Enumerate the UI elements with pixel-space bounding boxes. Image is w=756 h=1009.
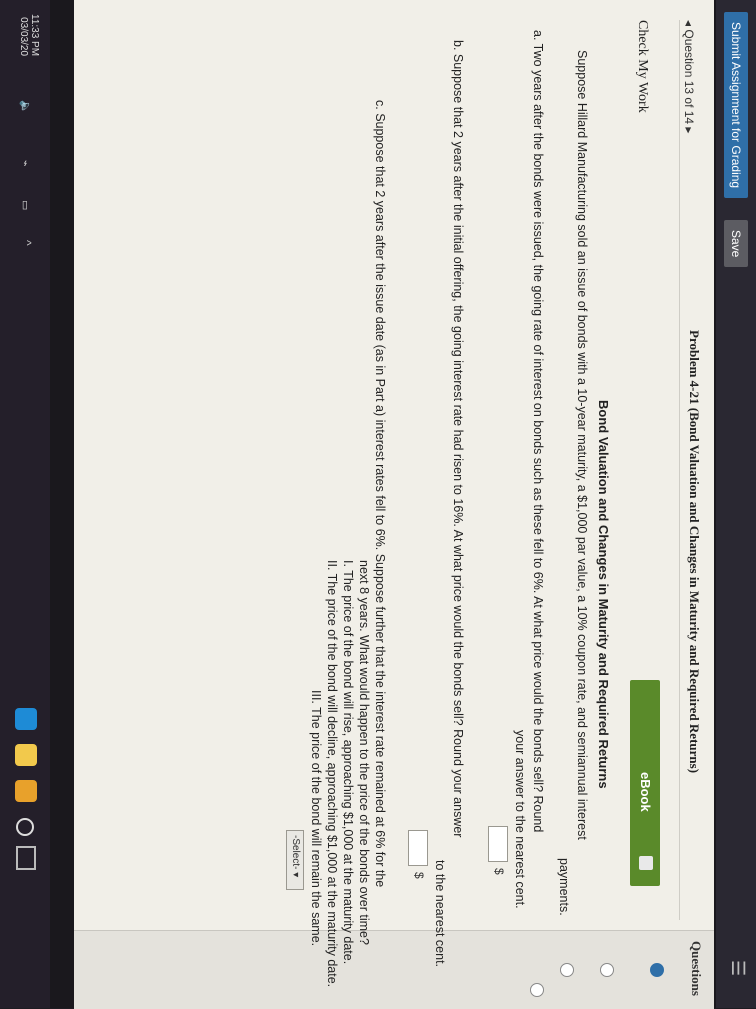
question-radio[interactable] bbox=[560, 963, 574, 977]
check-my-work-link[interactable]: Check My Work bbox=[634, 20, 650, 113]
problem-heading: Bond Valuation and Changes in Maturity a… bbox=[596, 400, 611, 789]
save-button[interactable]: Save bbox=[724, 220, 748, 268]
option-3: III. The price of the bond will remain t… bbox=[309, 690, 323, 947]
part-b-answer-input[interactable] bbox=[408, 830, 428, 866]
question-radio[interactable] bbox=[530, 983, 544, 997]
part-b-dollar: $ bbox=[412, 872, 426, 879]
intro-line-1: Suppose Hillard Manufacturing sold an is… bbox=[575, 50, 589, 840]
network-icon[interactable]: ⌁ bbox=[19, 160, 32, 167]
divider bbox=[679, 20, 680, 920]
question-navigator[interactable]: ◂ Question 13 of 14 ▸ bbox=[682, 20, 696, 133]
battery-icon[interactable]: ▭ bbox=[19, 200, 32, 210]
select-label: -Select- bbox=[290, 835, 301, 870]
screen: Submit Assignment for Grading Save ☰ Que… bbox=[0, 0, 756, 1009]
part-b-line-2: to the nearest cent. bbox=[433, 860, 447, 968]
file-explorer-icon[interactable] bbox=[15, 744, 37, 766]
mail-icon[interactable] bbox=[15, 708, 37, 730]
part-c-line-1: c. Suppose that 2 years after the issue … bbox=[373, 100, 387, 888]
intro-line-2: payments. bbox=[557, 858, 571, 916]
top-toolbar: Submit Assignment for Grading Save ☰ bbox=[716, 0, 756, 1008]
part-a-dollar: $ bbox=[492, 868, 506, 875]
taskbar: 11:33 PM 03/03/20 🔈 ⌁ ▭ ^ bbox=[0, 0, 50, 1008]
questions-sidebar: Questions bbox=[74, 930, 714, 1009]
task-view-icon[interactable] bbox=[16, 846, 36, 870]
sidebar-title: Questions bbox=[689, 941, 704, 996]
ebook-label: eBook bbox=[638, 772, 653, 812]
chrome-icon[interactable] bbox=[15, 780, 37, 802]
tray-time: 11:33 PM bbox=[29, 14, 40, 57]
option-2: II. The price of the bond will decline, … bbox=[325, 560, 339, 988]
part-c-line-2: next 8 years. What would happen to the p… bbox=[357, 560, 371, 945]
submit-assignment-button[interactable]: Submit Assignment for Grading bbox=[724, 12, 748, 199]
main-content: Questions ◂ Question 13 of 14 ▸ Problem … bbox=[74, 0, 714, 1009]
problem-title: Problem 4-21 (Bond Valuation and Changes… bbox=[687, 330, 702, 774]
part-a-line-1: a. Two years after the bonds were issued… bbox=[531, 30, 545, 833]
book-icon bbox=[639, 856, 653, 870]
menu-icon[interactable]: ☰ bbox=[727, 960, 748, 976]
answer-select[interactable]: -Select- ▾ bbox=[286, 830, 304, 890]
ebook-button[interactable]: eBook bbox=[630, 680, 660, 886]
part-b-line-1: b. Suppose that 2 years after the initia… bbox=[451, 40, 465, 838]
part-a-line-2: your answer to the nearest cent. bbox=[513, 730, 527, 909]
option-1: I. The price of the bond will rise, appr… bbox=[341, 560, 355, 965]
volume-icon[interactable]: 🔈 bbox=[19, 100, 32, 114]
part-a-answer-input[interactable] bbox=[488, 826, 508, 862]
question-radio[interactable] bbox=[600, 963, 614, 977]
question-radio-active[interactable] bbox=[650, 963, 664, 977]
search-circle-icon[interactable] bbox=[16, 818, 34, 836]
clock[interactable]: 11:33 PM 03/03/20 bbox=[18, 14, 40, 56]
tray-date: 03/03/20 bbox=[18, 17, 29, 57]
chevron-up-icon[interactable]: ^ bbox=[20, 240, 34, 246]
